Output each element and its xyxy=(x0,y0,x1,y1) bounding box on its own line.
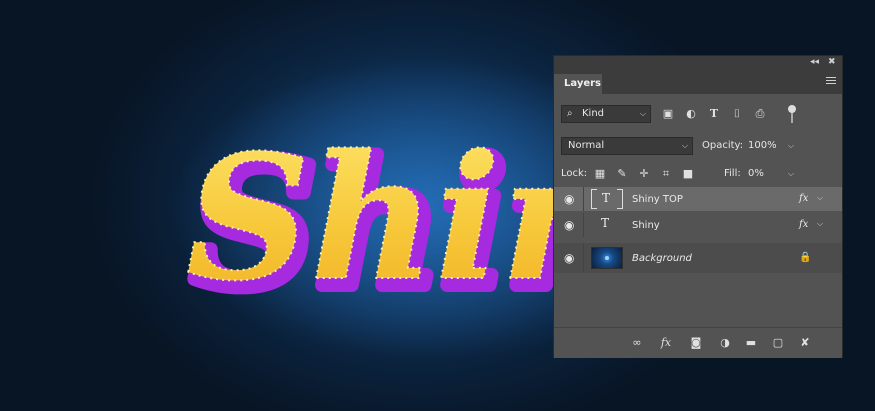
close-icon[interactable]: ✖ xyxy=(828,57,836,67)
layer-name[interactable]: Background xyxy=(632,253,692,264)
opacity-field[interactable]: 100% ⌵ xyxy=(744,137,798,155)
lock-move-icon[interactable]: ✛ xyxy=(636,167,652,181)
eye-icon[interactable]: ◉ xyxy=(564,192,574,206)
filter-icons: ▣ ◐ T ⌷ ⎙ xyxy=(660,107,775,121)
layer-row[interactable]: ◉ Background 🔒 xyxy=(554,243,842,273)
layers-panel: ◂◂ ✖ Layers ⌕ Kind ⌵ ▣ ◐ T ⌷ ⎙ Normal ⌵ Opac… xyxy=(553,55,843,358)
search-icon: ⌕ xyxy=(567,108,573,119)
blend-row: Normal ⌵ Opacity: 100% ⌵ xyxy=(554,137,842,157)
lock-artboard-icon[interactable]: ⌗ xyxy=(658,167,674,181)
lock-paint-icon[interactable]: ✎ xyxy=(614,167,630,181)
fx-badge[interactable]: fx xyxy=(799,193,808,204)
lock-icon[interactable]: 🔒 xyxy=(799,252,811,263)
chevron-down-icon[interactable]: ⌵ xyxy=(817,193,823,203)
type-icon: T xyxy=(602,191,611,205)
chevron-down-icon[interactable]: ⌵ xyxy=(788,165,794,183)
layer-name[interactable]: Shiny TOP xyxy=(632,194,683,205)
double-chevron-icon[interactable]: ◂◂ xyxy=(810,57,819,67)
fx-icon[interactable]: fx xyxy=(658,336,674,349)
chevron-down-icon: ⌵ xyxy=(639,109,646,118)
blend-mode-select[interactable]: Normal ⌵ xyxy=(561,137,693,155)
tab-layers[interactable]: Layers xyxy=(554,74,602,94)
eye-icon[interactable]: ◉ xyxy=(564,218,574,232)
layer-name[interactable]: Shiny xyxy=(632,220,660,231)
fill-value: 0% xyxy=(748,168,764,179)
fill-label: Fill: xyxy=(724,168,741,179)
filter-kind-label: Kind xyxy=(582,108,605,119)
opacity-value: 100% xyxy=(748,140,777,151)
eye-icon[interactable]: ◉ xyxy=(564,251,574,265)
fill-field[interactable]: 0% ⌵ xyxy=(744,165,798,183)
new-layer-icon[interactable]: ▢ xyxy=(770,336,786,349)
lock-label: Lock: xyxy=(561,168,588,179)
blend-mode-value: Normal xyxy=(568,140,605,151)
text-layer-thumbnail: T xyxy=(591,189,623,209)
lock-icons: ▦ ✎ ✛ ⌗ ■ xyxy=(592,167,702,181)
trash-icon[interactable]: ✘ xyxy=(797,336,813,349)
panel-menu-icon[interactable] xyxy=(826,77,836,85)
adjustment-filter-icon[interactable]: ◐ xyxy=(683,107,699,121)
mask-icon[interactable]: ◙ xyxy=(688,336,704,349)
layers-list: ◉ T Shiny TOP fx ⌵ ◉ T Shiny fx ⌵ ◉ Back… xyxy=(554,187,842,327)
smart-object-filter-icon[interactable]: ⎙ xyxy=(752,107,768,121)
lock-row: Lock: ▦ ✎ ✛ ⌗ ■ Fill: 0% ⌵ xyxy=(554,165,842,185)
filter-kind-select[interactable]: ⌕ Kind ⌵ xyxy=(561,105,651,123)
lock-all-icon[interactable]: ■ xyxy=(680,167,696,181)
panel-tab-bar: Layers xyxy=(554,70,842,94)
filter-toggle[interactable] xyxy=(788,105,796,123)
folder-icon[interactable]: ▬ xyxy=(743,336,759,349)
fx-badge[interactable]: fx xyxy=(799,219,808,230)
layer-row[interactable]: ◉ T Shiny fx ⌵ xyxy=(554,213,842,237)
layer-row[interactable]: ◉ T Shiny TOP fx ⌵ xyxy=(554,187,842,211)
shape-filter-icon[interactable]: ⌷ xyxy=(729,107,745,121)
type-filter-icon[interactable]: T xyxy=(706,107,722,121)
chevron-down-icon[interactable]: ⌵ xyxy=(788,137,794,155)
link-icon[interactable]: ∞ xyxy=(629,336,645,349)
filter-row: ⌕ Kind ⌵ ▣ ◐ T ⌷ ⎙ xyxy=(554,105,842,127)
lock-transparent-icon[interactable]: ▦ xyxy=(592,167,608,181)
image-filter-icon[interactable]: ▣ xyxy=(660,107,676,121)
opacity-label: Opacity: xyxy=(702,140,744,151)
type-icon: T xyxy=(601,216,610,230)
chevron-down-icon: ⌵ xyxy=(681,141,688,150)
adjustment-icon[interactable]: ◑ xyxy=(717,336,733,349)
background-layer-thumbnail xyxy=(591,247,623,269)
chevron-down-icon[interactable]: ⌵ xyxy=(817,219,823,229)
panel-title-bar: ◂◂ ✖ xyxy=(554,56,842,70)
panel-bottom-bar: ∞ fx ◙ ◑ ▬ ▢ ✘ xyxy=(554,327,842,358)
